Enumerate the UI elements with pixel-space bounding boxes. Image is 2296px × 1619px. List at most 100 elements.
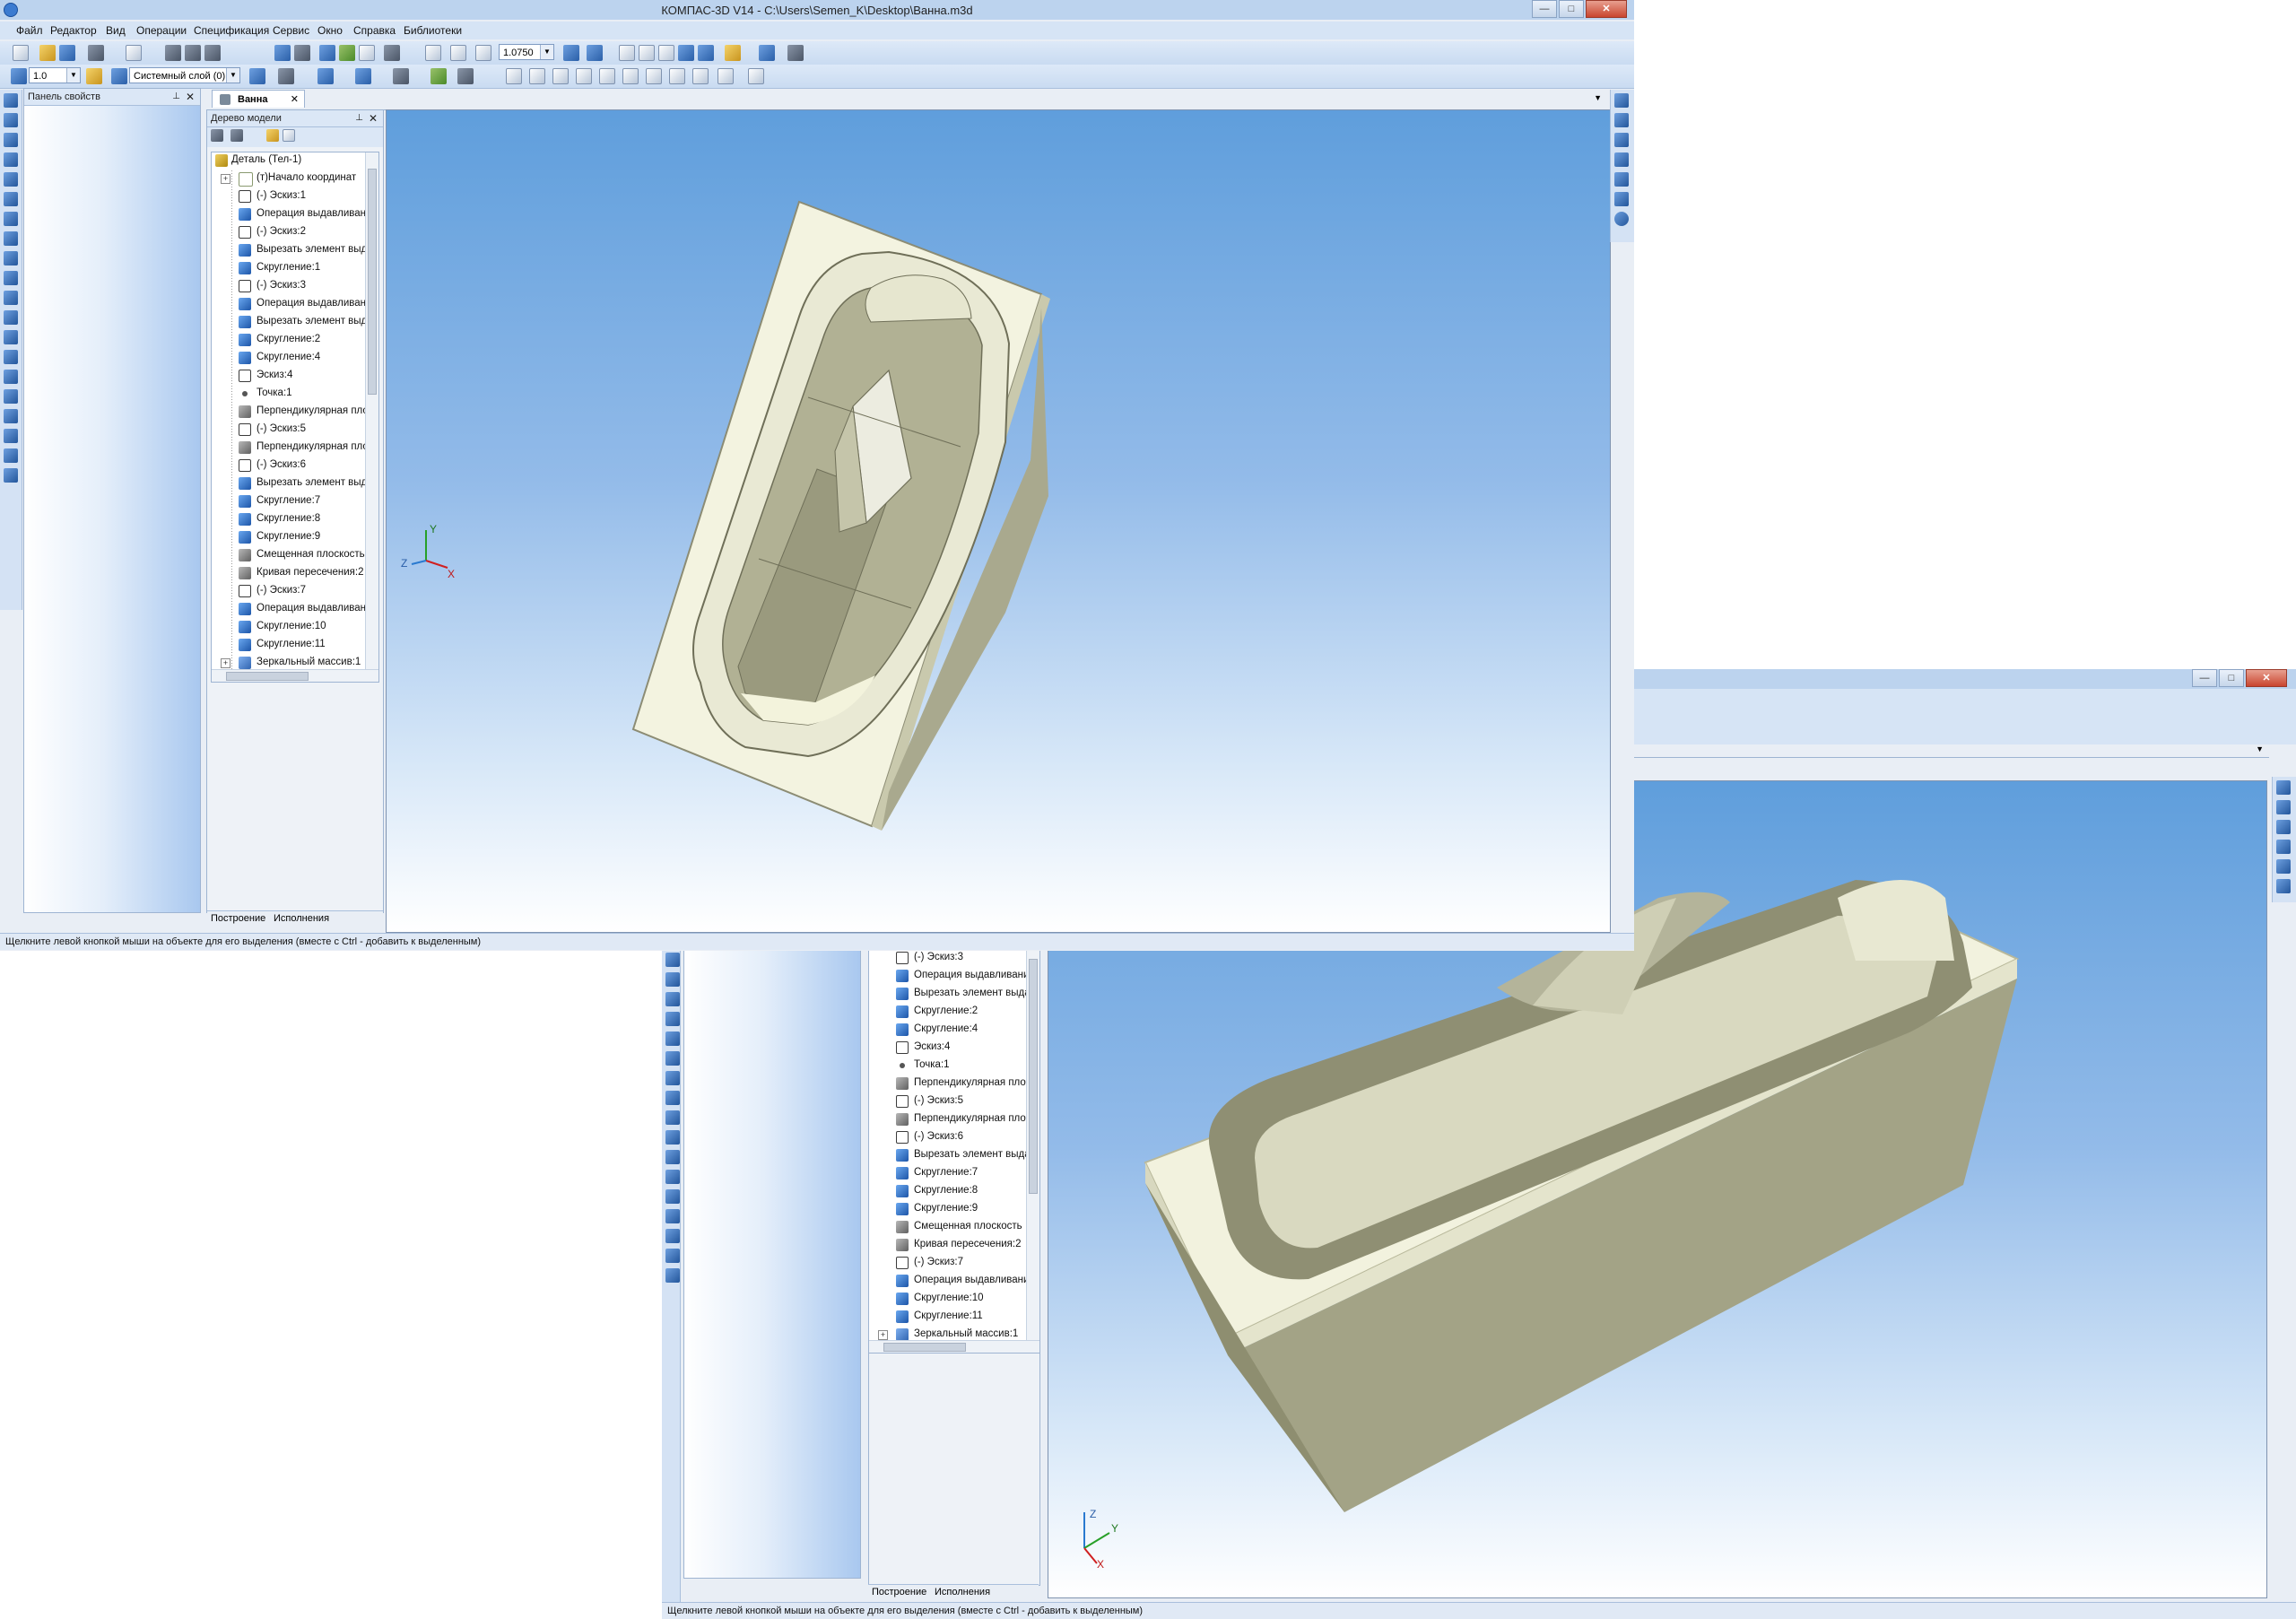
open-file-icon[interactable] bbox=[39, 45, 56, 61]
library-icon[interactable] bbox=[339, 45, 355, 61]
tree-item[interactable]: Скругление:11 bbox=[869, 1309, 1023, 1326]
help-icon[interactable] bbox=[1614, 212, 1629, 226]
operation-icon[interactable] bbox=[317, 68, 334, 84]
tool-icon[interactable] bbox=[1614, 152, 1629, 167]
tool-icon[interactable] bbox=[1614, 113, 1629, 127]
tool-icon[interactable] bbox=[4, 448, 18, 463]
tree-item[interactable]: Скругление:4 bbox=[212, 350, 366, 367]
print-icon[interactable] bbox=[88, 45, 104, 61]
tool-icon[interactable] bbox=[665, 1091, 680, 1105]
tree-item[interactable]: Операция выдавливания bbox=[869, 1273, 1035, 1290]
tree-item[interactable]: Вырезать элемент выдавливания bbox=[212, 475, 378, 492]
main-titlebar[interactable]: КОМПАС-3D V14 - C:\Users\Semen_K\Desktop… bbox=[0, 0, 1634, 20]
tree-item[interactable]: Скругление:8 bbox=[869, 1183, 1023, 1200]
undo-icon[interactable] bbox=[274, 45, 291, 61]
layer-icon[interactable] bbox=[111, 68, 127, 84]
document-tab-bathtub[interactable]: Ванна ✕ bbox=[212, 90, 305, 108]
menu-file[interactable]: Файл bbox=[16, 24, 43, 37]
tree-item[interactable]: Точка:1 bbox=[212, 386, 366, 403]
tree-item[interactable]: Операция выдавливания bbox=[212, 206, 378, 223]
tool-icon[interactable] bbox=[4, 212, 18, 226]
tool-icon[interactable] bbox=[4, 93, 18, 108]
tab-construction[interactable]: Построение bbox=[211, 913, 265, 924]
tree-item[interactable]: Скругление:2 bbox=[869, 1004, 1023, 1021]
copy-icon[interactable] bbox=[185, 45, 201, 61]
view-cube-icon[interactable] bbox=[619, 45, 635, 61]
tool-icon[interactable] bbox=[4, 409, 18, 423]
tool-icon[interactable] bbox=[2276, 859, 2291, 874]
cut-icon[interactable] bbox=[165, 45, 181, 61]
surface-icon[interactable] bbox=[355, 68, 371, 84]
new-file-icon[interactable] bbox=[13, 45, 29, 61]
tree-options-icon[interactable] bbox=[283, 129, 295, 142]
bathtub-model-top-view[interactable] bbox=[387, 110, 1610, 932]
tool-icon[interactable] bbox=[4, 468, 18, 483]
tree-item[interactable]: Скругление:9 bbox=[212, 529, 366, 546]
shaded-icon[interactable] bbox=[678, 45, 694, 61]
tool-icon[interactable] bbox=[665, 1012, 680, 1026]
expand-icon[interactable]: + bbox=[221, 658, 230, 668]
second-close-button[interactable]: ✕ bbox=[2246, 669, 2287, 687]
filter-icon[interactable] bbox=[759, 45, 775, 61]
rotate-icon[interactable] bbox=[563, 45, 579, 61]
coordinates-icon[interactable] bbox=[249, 68, 265, 84]
tree-item[interactable]: (-) Эскиз:7 bbox=[212, 583, 366, 600]
redo-icon[interactable] bbox=[294, 45, 310, 61]
chevron-down-icon[interactable]: ▼ bbox=[66, 68, 80, 83]
tool-icon[interactable] bbox=[665, 1189, 680, 1204]
tool-icon[interactable] bbox=[4, 113, 18, 127]
tree-item[interactable]: Скругление:2 bbox=[212, 332, 366, 349]
close-button[interactable]: ✕ bbox=[1586, 0, 1627, 18]
tree-item[interactable]: Деталь (Тел-1) bbox=[212, 152, 366, 170]
tree-item[interactable]: Вырезать элемент выдавливания bbox=[212, 242, 378, 259]
cursor-snap-icon[interactable] bbox=[86, 68, 102, 84]
tree-item[interactable]: Вырезать элемент выдавливания bbox=[869, 986, 1039, 1003]
snap-icon[interactable] bbox=[506, 68, 522, 84]
tab-versions[interactable]: Исполнения bbox=[274, 913, 329, 924]
tool-icon[interactable] bbox=[1614, 192, 1629, 206]
tool-icon[interactable] bbox=[1614, 172, 1629, 187]
second-tree-scrollbar[interactable] bbox=[1026, 950, 1039, 1341]
snap-icon[interactable] bbox=[669, 68, 685, 84]
tool-icon[interactable] bbox=[665, 992, 680, 1006]
tool-icon[interactable] bbox=[4, 291, 18, 305]
tool-icon[interactable] bbox=[665, 953, 680, 967]
tree-item[interactable]: (-) Эскиз:6 bbox=[869, 1129, 1023, 1146]
view-top-icon[interactable] bbox=[658, 45, 674, 61]
tool-icon[interactable] bbox=[4, 310, 18, 325]
zoom-window-icon[interactable] bbox=[450, 45, 466, 61]
tool-icon[interactable] bbox=[4, 172, 18, 187]
close-tab-icon[interactable]: ✕ bbox=[291, 91, 299, 109]
layers-icon[interactable] bbox=[430, 68, 447, 84]
snap-icon[interactable] bbox=[529, 68, 545, 84]
tool-icon[interactable] bbox=[665, 1229, 680, 1243]
tree-item[interactable]: Перпендикулярная плоскость bbox=[212, 440, 378, 457]
step-icon[interactable] bbox=[11, 68, 27, 84]
tree-item[interactable]: + (т)Начало координат bbox=[212, 170, 366, 187]
tree-item[interactable]: Смещенная плоскость bbox=[869, 1219, 1023, 1236]
tree-item[interactable]: Скругление:7 bbox=[212, 493, 366, 510]
tool-icon[interactable] bbox=[665, 1130, 680, 1145]
tree-structure-icon[interactable] bbox=[211, 129, 223, 142]
tree-item[interactable]: (-) Эскиз:7 bbox=[869, 1255, 1023, 1272]
menu-operations[interactable]: Операции bbox=[136, 24, 187, 37]
tree-item[interactable]: Скругление:10 bbox=[212, 619, 366, 636]
tree-item[interactable]: Скругление:7 bbox=[869, 1165, 1023, 1182]
tree-item[interactable]: Скругление:1 bbox=[212, 260, 366, 277]
zoom-in-icon[interactable] bbox=[425, 45, 441, 61]
zoom-scale-field[interactable]: 1.0750 ▼ bbox=[499, 44, 554, 60]
tree-item[interactable]: Скругление:4 bbox=[869, 1022, 1023, 1039]
tree-item[interactable]: Эскиз:4 bbox=[212, 368, 366, 385]
tree-item[interactable]: (-) Эскиз:2 bbox=[212, 224, 366, 241]
tool-icon[interactable] bbox=[2276, 780, 2291, 795]
tree-item[interactable]: Операция выдавливания bbox=[212, 601, 378, 618]
snap-icon[interactable] bbox=[599, 68, 615, 84]
tool-icon[interactable] bbox=[2276, 840, 2291, 854]
tool-icon[interactable] bbox=[665, 1268, 680, 1283]
chevron-down-icon[interactable]: ▼ bbox=[540, 45, 553, 59]
pin-icon[interactable]: ⊥ bbox=[172, 89, 180, 105]
tool-icon[interactable] bbox=[1614, 93, 1629, 108]
tree-item[interactable]: Операция выдавливания bbox=[869, 968, 1035, 985]
tree-item[interactable]: Вырезать элемент выдавливания bbox=[869, 1147, 1039, 1164]
3d-viewport[interactable]: Y X Z bbox=[386, 109, 1611, 933]
